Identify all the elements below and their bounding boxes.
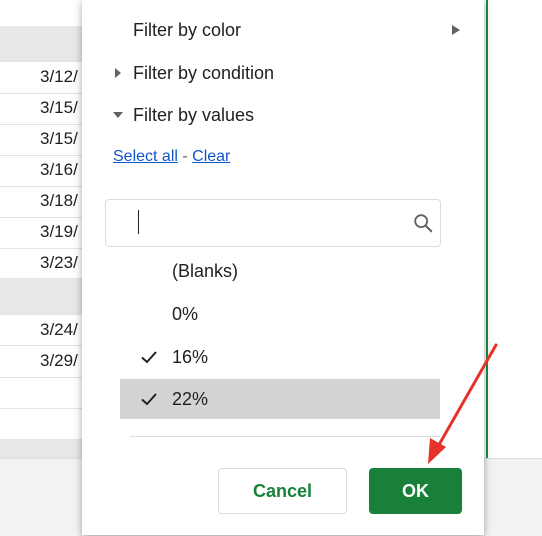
select-links: Select all - Clear — [113, 148, 230, 166]
link-separator: - — [177, 148, 193, 165]
filter-dropdown-panel: Filter by color Filter by condition Filt… — [82, 0, 484, 535]
value-option-16[interactable]: 16% — [120, 337, 440, 377]
sheet-cell: 3/24/ — [40, 320, 78, 339]
selection-border — [486, 0, 488, 458]
sheet-cell: 3/18/ — [40, 191, 78, 210]
filter-by-values-label: Filter by values — [133, 104, 255, 125]
check-icon — [141, 393, 157, 406]
sheet-cell: 3/12/ — [40, 67, 78, 86]
value-option-label: 16% — [172, 347, 209, 367]
list-divider — [130, 436, 440, 437]
ok-button[interactable]: OK — [369, 468, 462, 514]
filter-by-values-item[interactable]: Filter by values — [82, 95, 484, 135]
sheet-cell: 3/16/ — [40, 160, 78, 179]
triangle-right-icon — [115, 68, 121, 78]
sheet-right-area — [484, 0, 542, 458]
value-option-blanks[interactable]: (Blanks) — [120, 251, 440, 291]
sheet-cell: 3/23/ — [40, 253, 78, 272]
value-option-22[interactable]: 22% — [120, 379, 440, 419]
sheet-cell: 3/15/ — [40, 129, 78, 148]
value-option-label: (Blanks) — [172, 261, 239, 281]
value-option-label: 0% — [172, 304, 199, 324]
values-search-input[interactable] — [105, 199, 441, 247]
check-icon — [141, 351, 157, 364]
text-caret — [138, 210, 139, 234]
search-icon[interactable] — [412, 212, 434, 234]
value-option-0[interactable]: 0% — [120, 294, 440, 334]
value-option-label: 22% — [172, 389, 209, 409]
select-all-link[interactable]: Select all — [113, 148, 178, 165]
triangle-down-icon — [113, 112, 123, 118]
sheet-cell: 3/29/ — [40, 351, 78, 370]
chevron-right-icon — [452, 25, 460, 35]
sheet-cell: 3/19/ — [40, 222, 78, 241]
sheet-cell: 3/15/ — [40, 98, 78, 117]
cancel-button[interactable]: Cancel — [218, 468, 347, 514]
filter-by-color-label: Filter by color — [133, 19, 242, 40]
filter-by-color-item[interactable]: Filter by color — [82, 10, 484, 50]
clear-link[interactable]: Clear — [192, 148, 230, 165]
filter-by-condition-label: Filter by condition — [133, 62, 275, 83]
filter-by-condition-item[interactable]: Filter by condition — [82, 53, 484, 93]
